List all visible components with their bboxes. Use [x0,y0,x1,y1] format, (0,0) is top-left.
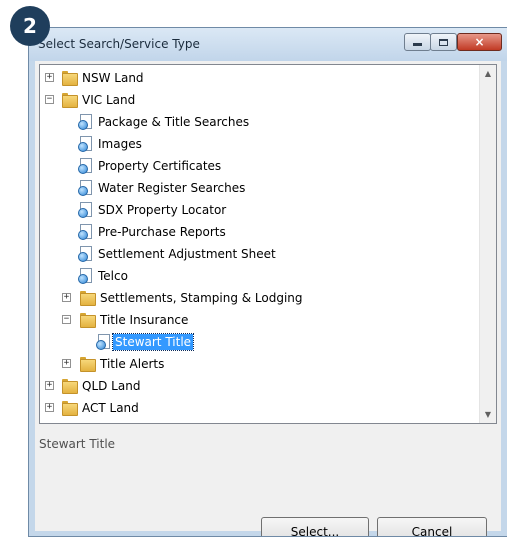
expand-icon[interactable]: + [45,403,54,412]
folder-icon [62,71,78,86]
service-icon [78,224,93,240]
tree-node-nsw-land[interactable]: + NSW Land [40,67,480,89]
folder-icon [62,401,78,416]
tree-node-label: Title Alerts [100,357,165,371]
maximize-icon [439,38,448,46]
service-icon [78,268,93,284]
tree-node-qld-land[interactable]: + QLD Land [40,375,480,397]
tree-node-images[interactable]: Images [40,133,480,155]
tree-node-act-land[interactable]: + ACT Land [40,397,480,419]
tree-node-label: QLD Land [82,379,141,393]
cancel-button[interactable]: Cancel [377,517,487,536]
tree-node-water-register-searches[interactable]: Water Register Searches [40,177,480,199]
tree-node-label: Water Register Searches [98,181,246,195]
tree-node-property-certificates[interactable]: Property Certificates [40,155,480,177]
tree-node-label: Settlement Adjustment Sheet [98,247,276,261]
service-icon [78,246,93,262]
service-tree[interactable]: + NSW Land − VIC Land Package & Title Se… [39,64,497,424]
tree-node-label: ACT Land [82,401,139,415]
scroll-up-icon[interactable]: ▲ [480,65,496,82]
collapse-icon[interactable]: − [45,95,54,104]
service-icon [78,114,93,130]
select-button[interactable]: Select... [261,517,369,536]
dialog-window: Select Search/Service Type × + NSW Land … [28,27,507,537]
folder-icon [62,379,78,394]
service-icon [78,136,93,152]
close-icon: × [474,35,485,49]
tree-node-label: Property Certificates [98,159,222,173]
scroll-down-icon[interactable]: ▼ [480,406,496,423]
tree-node-label: Telco [98,269,128,283]
folder-icon [80,313,96,328]
tree-node-title-alerts[interactable]: + Title Alerts [40,353,480,375]
tree-node-settlements-stamping-lodging[interactable]: + Settlements, Stamping & Lodging [40,287,480,309]
expand-icon[interactable]: + [62,293,71,302]
service-icon [78,180,93,196]
tree-node-settlement-adjustment-sheet[interactable]: Settlement Adjustment Sheet [40,243,480,265]
tree-node-label: Title Insurance [100,313,189,327]
tree-node-label: VIC Land [82,93,136,107]
tree-node-title-insurance[interactable]: − Title Insurance [40,309,480,331]
tree-node-label: SDX Property Locator [98,203,227,217]
selected-service-text: Stewart Title [39,437,116,451]
minimize-button[interactable] [404,33,431,51]
folder-icon [80,357,96,372]
dialog-client-area: + NSW Land − VIC Land Package & Title Se… [35,61,501,536]
collapse-icon[interactable]: − [62,315,71,324]
tree-node-label: Settlements, Stamping & Lodging [100,291,303,305]
tree-node-pre-purchase-reports[interactable]: Pre-Purchase Reports [40,221,480,243]
minimize-icon [413,43,422,46]
tree-node-label-selected: Stewart Title [111,333,195,351]
tree-node-stewart-title[interactable]: Stewart Title [40,331,480,353]
tree-node-vic-land[interactable]: − VIC Land [40,89,480,111]
tree-node-label: NSW Land [82,71,144,85]
service-icon [96,334,111,350]
tree-node-label: Pre-Purchase Reports [98,225,226,239]
title-bar: Select Search/Service Type × [29,28,507,61]
step-badge: 2 [10,6,50,46]
maximize-button[interactable] [430,33,457,51]
expand-icon[interactable]: + [45,73,54,82]
tree-node-label: Images [98,137,142,151]
folder-icon [62,93,78,108]
window-title: Select Search/Service Type [38,37,200,51]
service-icon [78,202,93,218]
vertical-scrollbar[interactable]: ▲ ▼ [479,65,496,423]
expand-icon[interactable]: + [45,381,54,390]
service-icon [78,158,93,174]
tree-node-telco[interactable]: Telco [40,265,480,287]
folder-icon [80,291,96,306]
tree-node-package-title-searches[interactable]: Package & Title Searches [40,111,480,133]
close-button[interactable]: × [457,33,502,51]
tree-node-label: Package & Title Searches [98,115,250,129]
tree-node-sdx-property-locator[interactable]: SDX Property Locator [40,199,480,221]
expand-icon[interactable]: + [62,359,71,368]
